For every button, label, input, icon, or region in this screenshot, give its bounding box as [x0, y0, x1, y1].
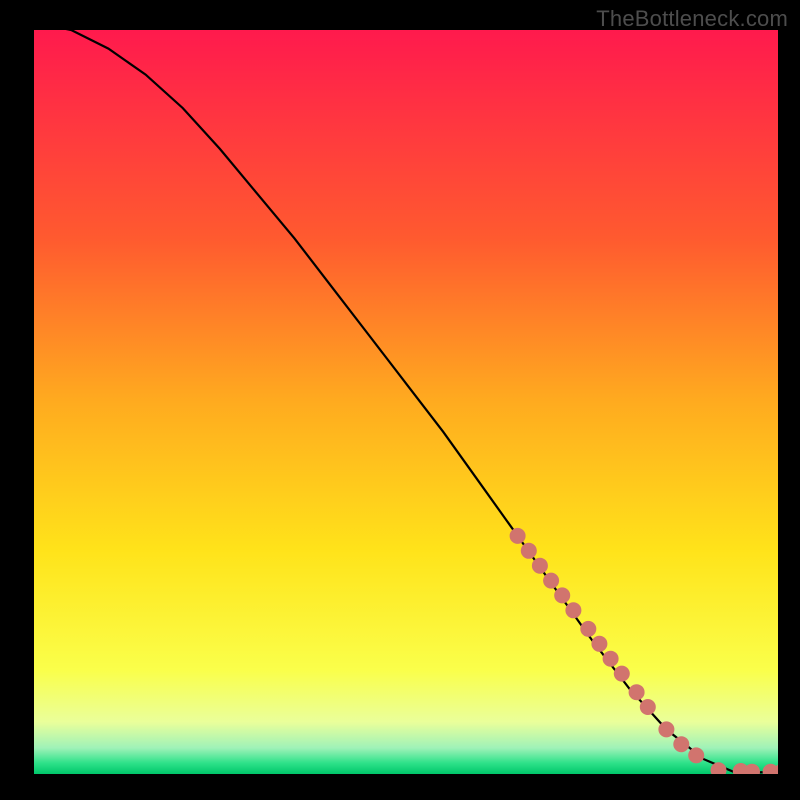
- plot-gradient-background: [34, 30, 778, 774]
- curve-marker: [580, 621, 596, 637]
- curve-marker: [591, 636, 607, 652]
- curve-marker: [554, 587, 570, 603]
- curve-marker: [688, 747, 704, 763]
- curve-marker: [673, 736, 689, 752]
- curve-marker: [658, 721, 674, 737]
- curve-marker: [532, 558, 548, 574]
- curve-marker: [521, 543, 537, 559]
- curve-marker: [565, 602, 581, 618]
- curve-marker: [543, 573, 559, 589]
- curve-marker: [603, 651, 619, 667]
- watermark-text: TheBottleneck.com: [596, 6, 788, 32]
- curve-marker: [629, 684, 645, 700]
- curve-marker: [510, 528, 526, 544]
- curve-marker: [614, 666, 630, 682]
- curve-marker: [640, 699, 656, 715]
- bottleneck-chart: [0, 0, 800, 800]
- chart-stage: TheBottleneck.com: [0, 0, 800, 800]
